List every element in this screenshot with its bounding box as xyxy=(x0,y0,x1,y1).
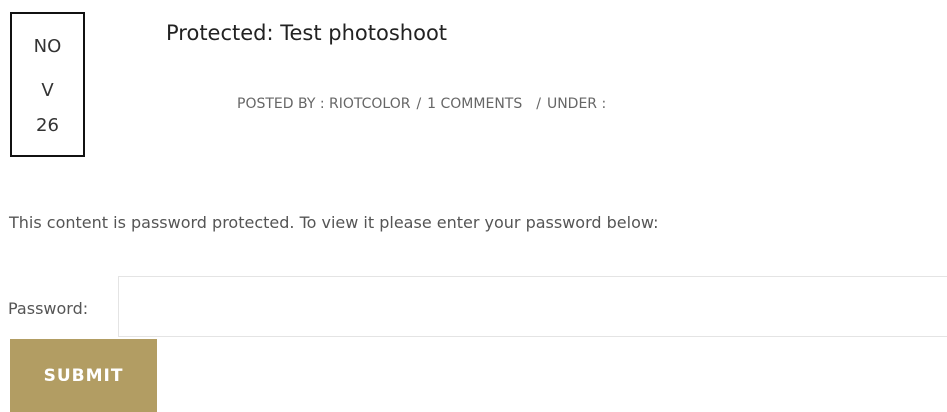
submit-button[interactable]: SUBMIT xyxy=(10,339,157,412)
posted-by[interactable]: POSTED BY : RIOTCOLOR xyxy=(237,96,410,112)
comments-count[interactable]: 1 COMMENTS xyxy=(427,96,522,112)
date-day: 26 xyxy=(36,115,59,136)
post-meta: POSTED BY : RIOTCOLOR / 1 COMMENTS / UNDER : xyxy=(237,96,606,112)
date-month-part1: NO xyxy=(33,36,62,57)
meta-separator: / xyxy=(416,96,422,112)
password-label: Password: xyxy=(8,299,89,318)
meta-separator: / xyxy=(536,96,541,112)
under-category: UNDER : xyxy=(546,96,607,112)
post-title[interactable]: Protected: Test photoshoot xyxy=(166,21,447,45)
password-input[interactable] xyxy=(118,276,947,337)
post-page: NO V 26 Protected: Test photoshoot POSTE… xyxy=(0,0,947,412)
post-date-box: NO V 26 xyxy=(10,12,85,157)
password-protected-message: This content is password protected. To v… xyxy=(9,213,659,232)
date-month-part2: V xyxy=(41,80,54,101)
